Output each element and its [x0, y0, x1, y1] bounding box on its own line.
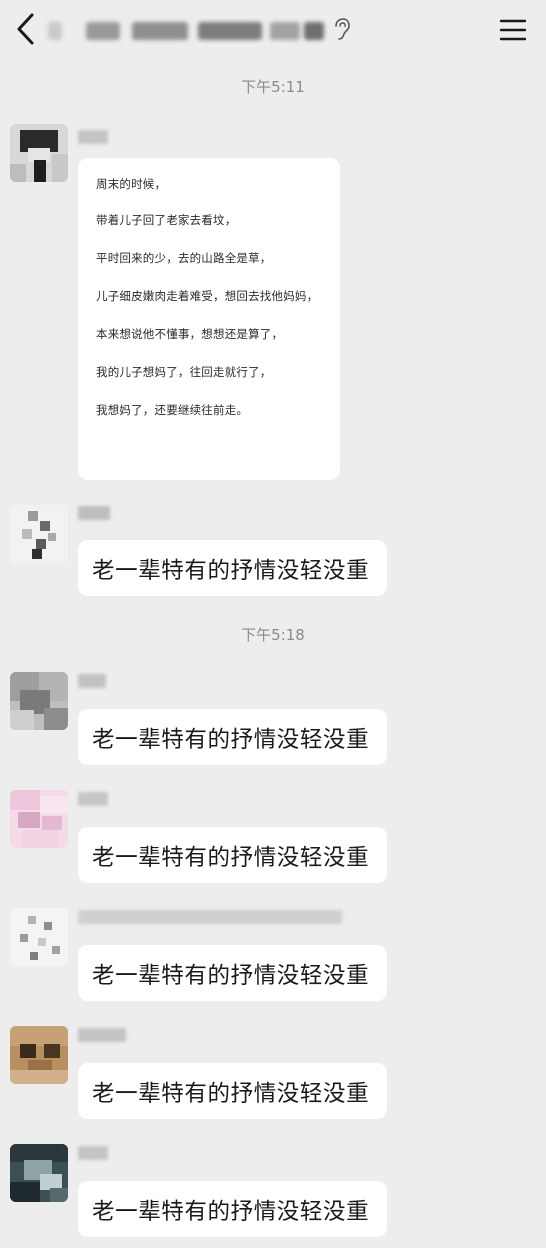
sender-nickname: [78, 130, 108, 144]
sender-nickname: [78, 506, 110, 520]
timestamp: 下午5:11: [241, 78, 305, 96]
timestamp: 下午5:18: [241, 626, 305, 644]
message-text: 老一辈特有的抒情没轻没重: [92, 558, 370, 584]
ear-icon: [335, 18, 350, 40]
hamburger-menu-icon: [499, 19, 527, 41]
chat-header: 群聊: [0, 0, 546, 62]
message-bubble[interactable]: 老一辈特有的抒情没轻没重: [78, 540, 387, 596]
message-text-line: 我想妈了，还要继续往前走。: [96, 403, 249, 417]
message-text-line: 带着儿子回了老家去看坟，: [96, 213, 237, 227]
sender-nickname: [78, 792, 108, 806]
message-bubble[interactable]: 老一辈特有的抒情没轻没重: [78, 945, 387, 1001]
message-text-line: 本来想说他不懂事，想想还是算了，: [96, 327, 284, 341]
message-bubble[interactable]: 老一辈特有的抒情没轻没重: [78, 709, 387, 765]
chevron-left-icon: [17, 13, 34, 45]
message-bubble[interactable]: 周末的时候， 带着儿子回了老家去看坟， 平时回来的少，去的山路全是草， 儿子细皮…: [78, 158, 340, 480]
message-text: 老一辈特有的抒情没轻没重: [92, 845, 370, 871]
message-bubble[interactable]: 老一辈特有的抒情没轻没重: [78, 827, 387, 883]
message-text-line: 儿子细皮嫩肉走着难受，想回去找他妈妈，: [96, 289, 319, 303]
avatar[interactable]: [10, 1144, 68, 1202]
message-text: 老一辈特有的抒情没轻没重: [92, 1081, 370, 1107]
back-button[interactable]: [10, 10, 44, 48]
message-text: 老一辈特有的抒情没轻没重: [92, 727, 370, 753]
avatar[interactable]: [10, 908, 68, 966]
avatar[interactable]: [10, 505, 68, 563]
message-bubble[interactable]: 老一辈特有的抒情没轻没重: [78, 1063, 387, 1119]
message-text-line: 平时回来的少，去的山路全是草，: [96, 251, 272, 265]
sender-nickname: [78, 910, 342, 924]
message-text-line: 我的儿子想妈了，往回走就行了，: [96, 365, 272, 379]
message-text-line: 周末的时候，: [96, 177, 167, 191]
sender-nickname: [78, 674, 106, 688]
message-text: 老一辈特有的抒情没轻没重: [92, 963, 370, 989]
avatar[interactable]: [10, 790, 68, 848]
sender-nickname: [78, 1028, 126, 1042]
message-text: 老一辈特有的抒情没轻没重: [92, 1199, 370, 1225]
message-bubble[interactable]: 老一辈特有的抒情没轻没重: [78, 1181, 387, 1237]
sender-nickname: [78, 1146, 108, 1160]
menu-button[interactable]: [497, 15, 529, 45]
avatar[interactable]: [10, 1026, 68, 1084]
avatar[interactable]: [10, 124, 68, 182]
chat-title: 群聊: [48, 16, 338, 46]
avatar[interactable]: [10, 672, 68, 730]
